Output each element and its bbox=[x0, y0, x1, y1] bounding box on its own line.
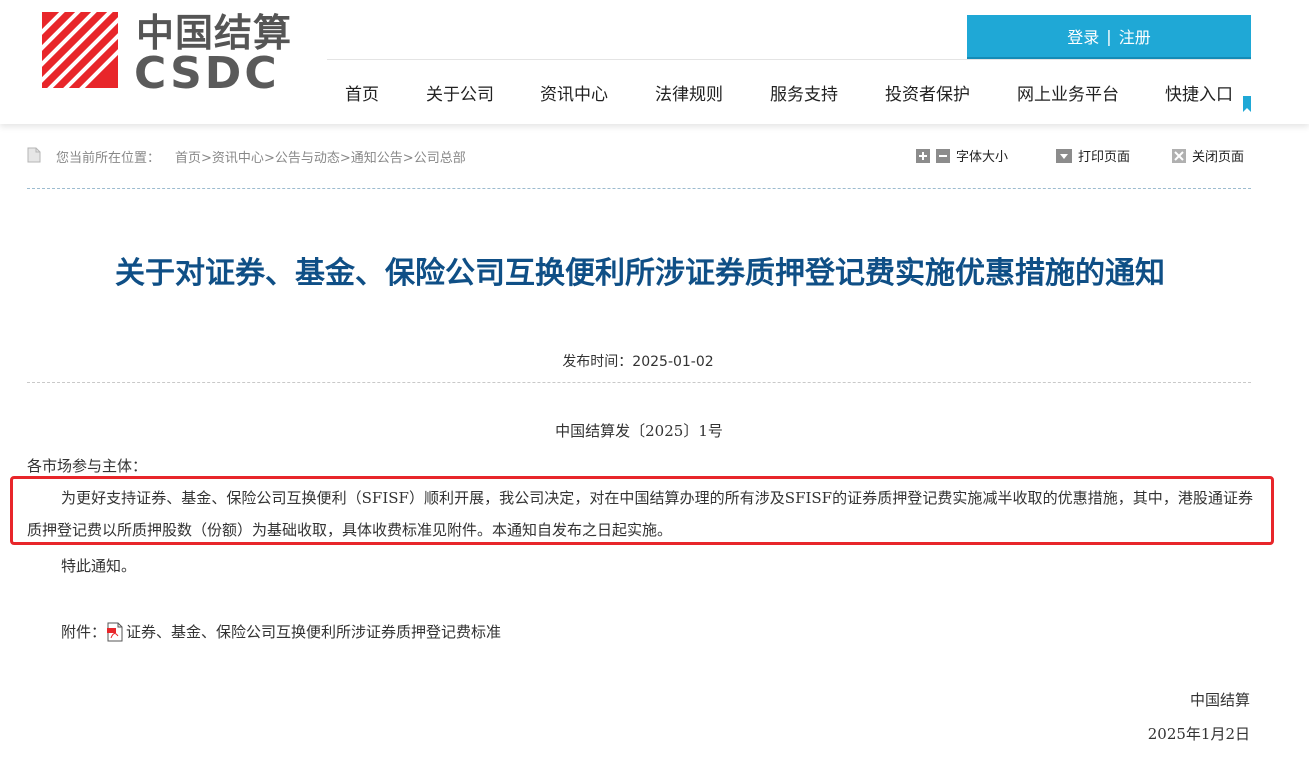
breadcrumb: 首页>资讯中心>公告与动态>通知公告>公司总部 bbox=[175, 147, 466, 166]
attachment-link[interactable]: 证券、基金、保险公司互换便利所涉证券质押登记费标准 bbox=[126, 621, 501, 642]
attachment: 附件： 证券、基金、保险公司互换便利所涉证券质押登记费标准 bbox=[61, 621, 501, 642]
print-page-label: 打印页面 bbox=[1078, 150, 1131, 165]
nav-item-investor[interactable]: 投资者保护 bbox=[885, 80, 970, 105]
breadcrumb-separator: > bbox=[201, 151, 212, 166]
breadcrumb-label: 您当前所在位置： bbox=[56, 151, 161, 166]
breadcrumb-divider bbox=[27, 188, 1251, 189]
breadcrumb-notices[interactable]: 通知公告 bbox=[351, 151, 403, 166]
login-register-bar: 登录 | 注册 bbox=[967, 15, 1251, 59]
document-icon bbox=[27, 147, 41, 163]
nav-item-quick-entry[interactable]: 快捷入口 bbox=[1165, 80, 1233, 105]
breadcrumb-separator: > bbox=[339, 151, 351, 166]
site-header: 中国结算 CSDC 登录 | 注册 首页 关于公司 资讯中心 法律规则 服务支持… bbox=[0, 0, 1309, 124]
zoom-in-icon[interactable] bbox=[916, 148, 930, 163]
close-page-label: 关闭页面 bbox=[1192, 150, 1245, 165]
csdc-logo[interactable]: 中国结算 CSDC bbox=[42, 11, 292, 98]
nav-item-online[interactable]: 网上业务平台 bbox=[1017, 80, 1119, 105]
logo-english-text: CSDC bbox=[134, 48, 280, 99]
csdc-logo-mark-icon bbox=[42, 12, 118, 88]
salutation: 各市场参与主体： bbox=[27, 457, 148, 475]
zoom-out-icon[interactable] bbox=[936, 148, 950, 163]
breadcrumb-separator: > bbox=[263, 151, 275, 166]
breadcrumb-announcements[interactable]: 公告与动态 bbox=[275, 151, 340, 166]
highlight-box bbox=[10, 476, 1274, 545]
main-nav: 首页 关于公司 资讯中心 法律规则 服务支持 投资者保护 网上业务平台 快捷入口 bbox=[327, 60, 1251, 122]
pdf-icon bbox=[107, 622, 123, 641]
nav-item-news[interactable]: 资讯中心 bbox=[540, 80, 608, 105]
font-size-tool: 字体大小 bbox=[916, 146, 1008, 165]
nav-item-home[interactable]: 首页 bbox=[345, 80, 379, 105]
login-separator: | bbox=[1106, 26, 1112, 46]
closing-text: 特此通知。 bbox=[61, 557, 137, 575]
font-size-label: 字体大小 bbox=[956, 150, 1009, 165]
bookmark-icon bbox=[1243, 96, 1251, 112]
breadcrumb-headquarters[interactable]: 公司总部 bbox=[414, 151, 466, 166]
signature: 中国结算 bbox=[1189, 691, 1250, 709]
login-link[interactable]: 登录 bbox=[1067, 24, 1099, 48]
nav-item-rules[interactable]: 法律规则 bbox=[655, 80, 723, 105]
document-number: 中国结算发〔2025〕1号 bbox=[555, 422, 723, 440]
breadcrumb-home[interactable]: 首页 bbox=[175, 151, 201, 166]
breadcrumb-separator: > bbox=[402, 151, 414, 166]
print-icon bbox=[1056, 148, 1072, 163]
nav-item-services[interactable]: 服务支持 bbox=[770, 80, 838, 105]
print-page-button[interactable]: 打印页面 bbox=[1056, 146, 1130, 165]
close-icon bbox=[1172, 148, 1186, 163]
breadcrumb-bar: 您当前所在位置： 首页>资讯中心>公告与动态>通知公告>公司总部 字体大小 打印… bbox=[27, 143, 1251, 169]
page-title: 关于对证券、基金、保险公司互换便利所涉证券质押登记费实施优惠措施的通知 bbox=[115, 256, 1165, 291]
breadcrumb-news[interactable]: 资讯中心 bbox=[212, 151, 264, 166]
register-link[interactable]: 注册 bbox=[1119, 24, 1151, 48]
nav-item-about[interactable]: 关于公司 bbox=[426, 80, 494, 105]
signature-date: 2025年1月2日 bbox=[1147, 725, 1250, 743]
publish-time: 发布时间：2025-01-02 bbox=[562, 354, 714, 370]
article-divider bbox=[27, 382, 1251, 383]
attachment-label: 附件： bbox=[61, 623, 107, 641]
close-page-button[interactable]: 关闭页面 bbox=[1172, 146, 1244, 165]
